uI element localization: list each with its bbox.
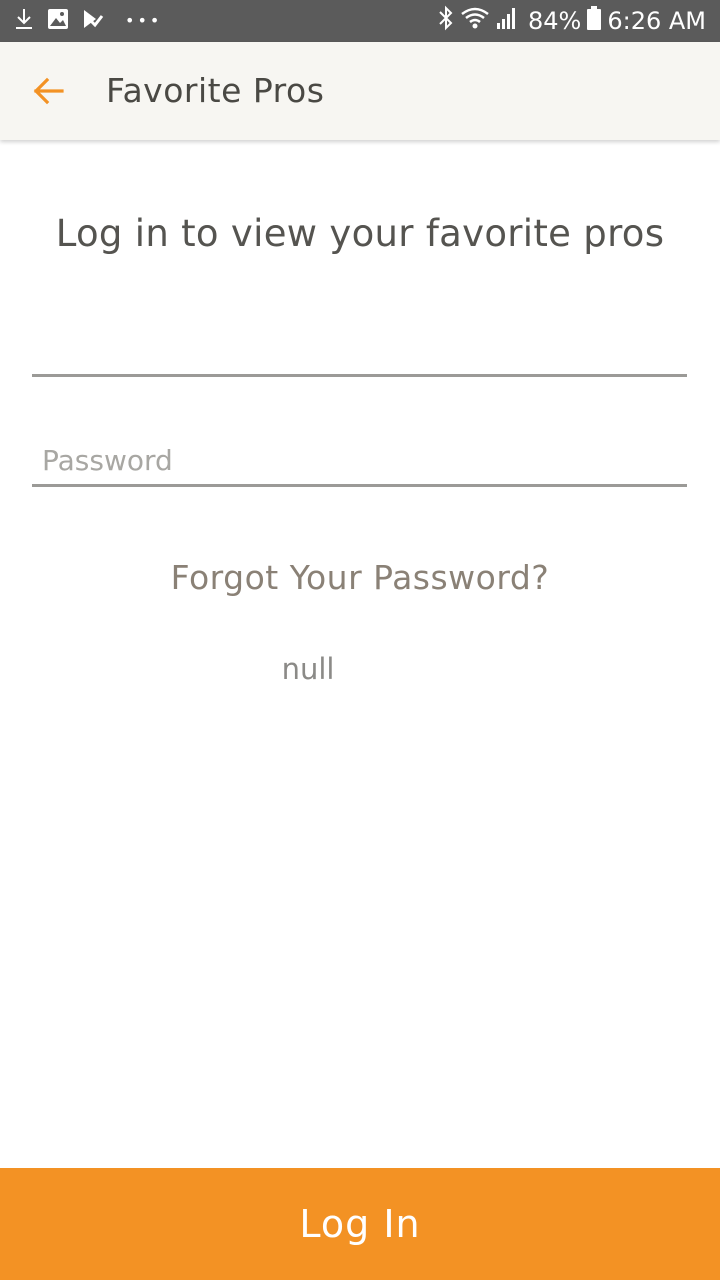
more-notifications-dots: ••• bbox=[125, 11, 163, 30]
password-input[interactable] bbox=[32, 436, 687, 484]
login-heading: Log in to view your favorite pros bbox=[55, 212, 665, 255]
arrow-left-icon bbox=[33, 77, 64, 105]
status-bar: ••• 84% 6:26 AM bbox=[0, 0, 720, 42]
status-message: null bbox=[281, 652, 335, 686]
signal-icon bbox=[496, 6, 518, 36]
page-title: Favorite Pros bbox=[106, 71, 325, 110]
login-screen: ••• 84% 6:26 AM Favorite Pros Log in to … bbox=[0, 0, 720, 1280]
image-icon bbox=[47, 8, 69, 34]
status-left-icons: ••• bbox=[14, 8, 162, 34]
status-right-icons: 84% 6:26 AM bbox=[438, 5, 706, 37]
bluetooth-icon bbox=[438, 5, 454, 37]
app-bar: Favorite Pros bbox=[0, 42, 720, 140]
password-field bbox=[32, 436, 687, 487]
forgot-password-link[interactable]: Forgot Your Password? bbox=[0, 556, 720, 600]
clock: 6:26 AM bbox=[607, 7, 706, 35]
download-icon bbox=[14, 8, 34, 34]
back-button[interactable] bbox=[30, 72, 68, 110]
checklist-icon bbox=[82, 8, 104, 34]
login-button[interactable]: Log In bbox=[0, 1168, 720, 1280]
wifi-icon bbox=[460, 6, 490, 36]
battery-percent: 84% bbox=[528, 7, 582, 35]
username-field bbox=[32, 326, 687, 377]
battery-icon bbox=[587, 6, 602, 36]
username-input[interactable] bbox=[32, 326, 687, 374]
